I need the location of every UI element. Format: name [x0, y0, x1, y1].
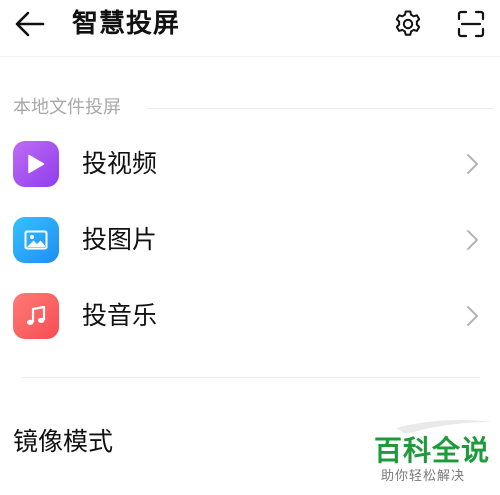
watermark-logo: 百科全说 助你轻松解决: [356, 416, 500, 495]
list-item-label: 投图片: [82, 225, 158, 254]
arrow-left-icon: [15, 11, 45, 37]
settings-button[interactable]: [388, 4, 428, 44]
list-item-label: 投音乐: [82, 301, 158, 330]
music-icon-tile: [13, 293, 59, 339]
chevron-right-icon: [467, 230, 478, 250]
list-item-label: 投视频: [82, 149, 158, 178]
smart-cast-screen: 智慧投屏 本地文件投屏 投视频 投图片 投音乐 镜像模式 百科全说 助你轻松解决: [0, 0, 500, 495]
video-icon-tile: [13, 141, 59, 187]
music-note-icon: [26, 305, 46, 325]
scan-icon: [457, 10, 485, 38]
app-bar-divider: [0, 56, 500, 57]
image-icon-tile: [13, 217, 59, 263]
section-divider: [146, 108, 493, 109]
watermark-title: 百科全说: [374, 434, 491, 467]
list-item-cast-image[interactable]: 投图片: [0, 204, 500, 276]
back-button[interactable]: [8, 4, 52, 44]
scan-button[interactable]: [451, 4, 491, 44]
image-icon: [24, 230, 48, 250]
list-divider: [22, 377, 480, 378]
local-cast-section-header: 本地文件投屏: [13, 96, 493, 120]
watermark-subtitle: 助你轻松解决: [381, 469, 466, 484]
app-bar: 智慧投屏: [0, 0, 500, 56]
mirror-mode-label: 镜像模式: [13, 427, 114, 456]
chevron-right-icon: [467, 154, 478, 174]
chevron-right-icon: [467, 306, 478, 326]
list-item-cast-video[interactable]: 投视频: [0, 128, 500, 200]
gear-icon: [395, 10, 421, 36]
play-icon: [28, 154, 45, 174]
section-label: 本地文件投屏: [13, 97, 121, 118]
list-item-cast-music[interactable]: 投音乐: [0, 280, 500, 352]
page-title: 智慧投屏: [72, 9, 181, 39]
